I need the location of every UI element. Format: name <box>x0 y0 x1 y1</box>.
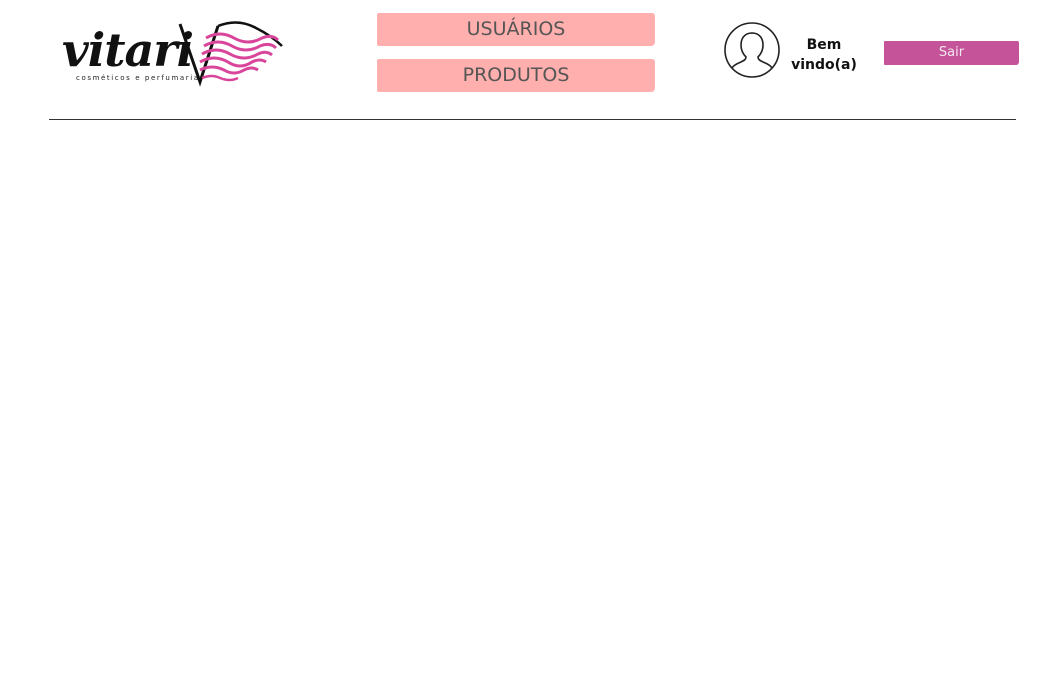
welcome-text: Bem vindo(a) <box>791 37 857 73</box>
logout-button[interactable]: Sair <box>884 41 1019 65</box>
header-divider <box>49 119 1016 120</box>
nav-products-button[interactable]: PRODUTOS <box>377 59 655 92</box>
user-avatar-icon <box>724 22 780 78</box>
logo-tagline: cosméticos e perfumaria <box>76 74 200 82</box>
logo-wordmark: vitari <box>62 23 194 77</box>
nav-users-button[interactable]: USUÁRIOS <box>377 13 655 46</box>
brand-logo[interactable]: vitari cosméticos e perfumaria <box>62 20 283 88</box>
page: vitari cosméticos e perfumaria USUÁRIOS … <box>0 0 1054 685</box>
main-content <box>0 121 1054 685</box>
